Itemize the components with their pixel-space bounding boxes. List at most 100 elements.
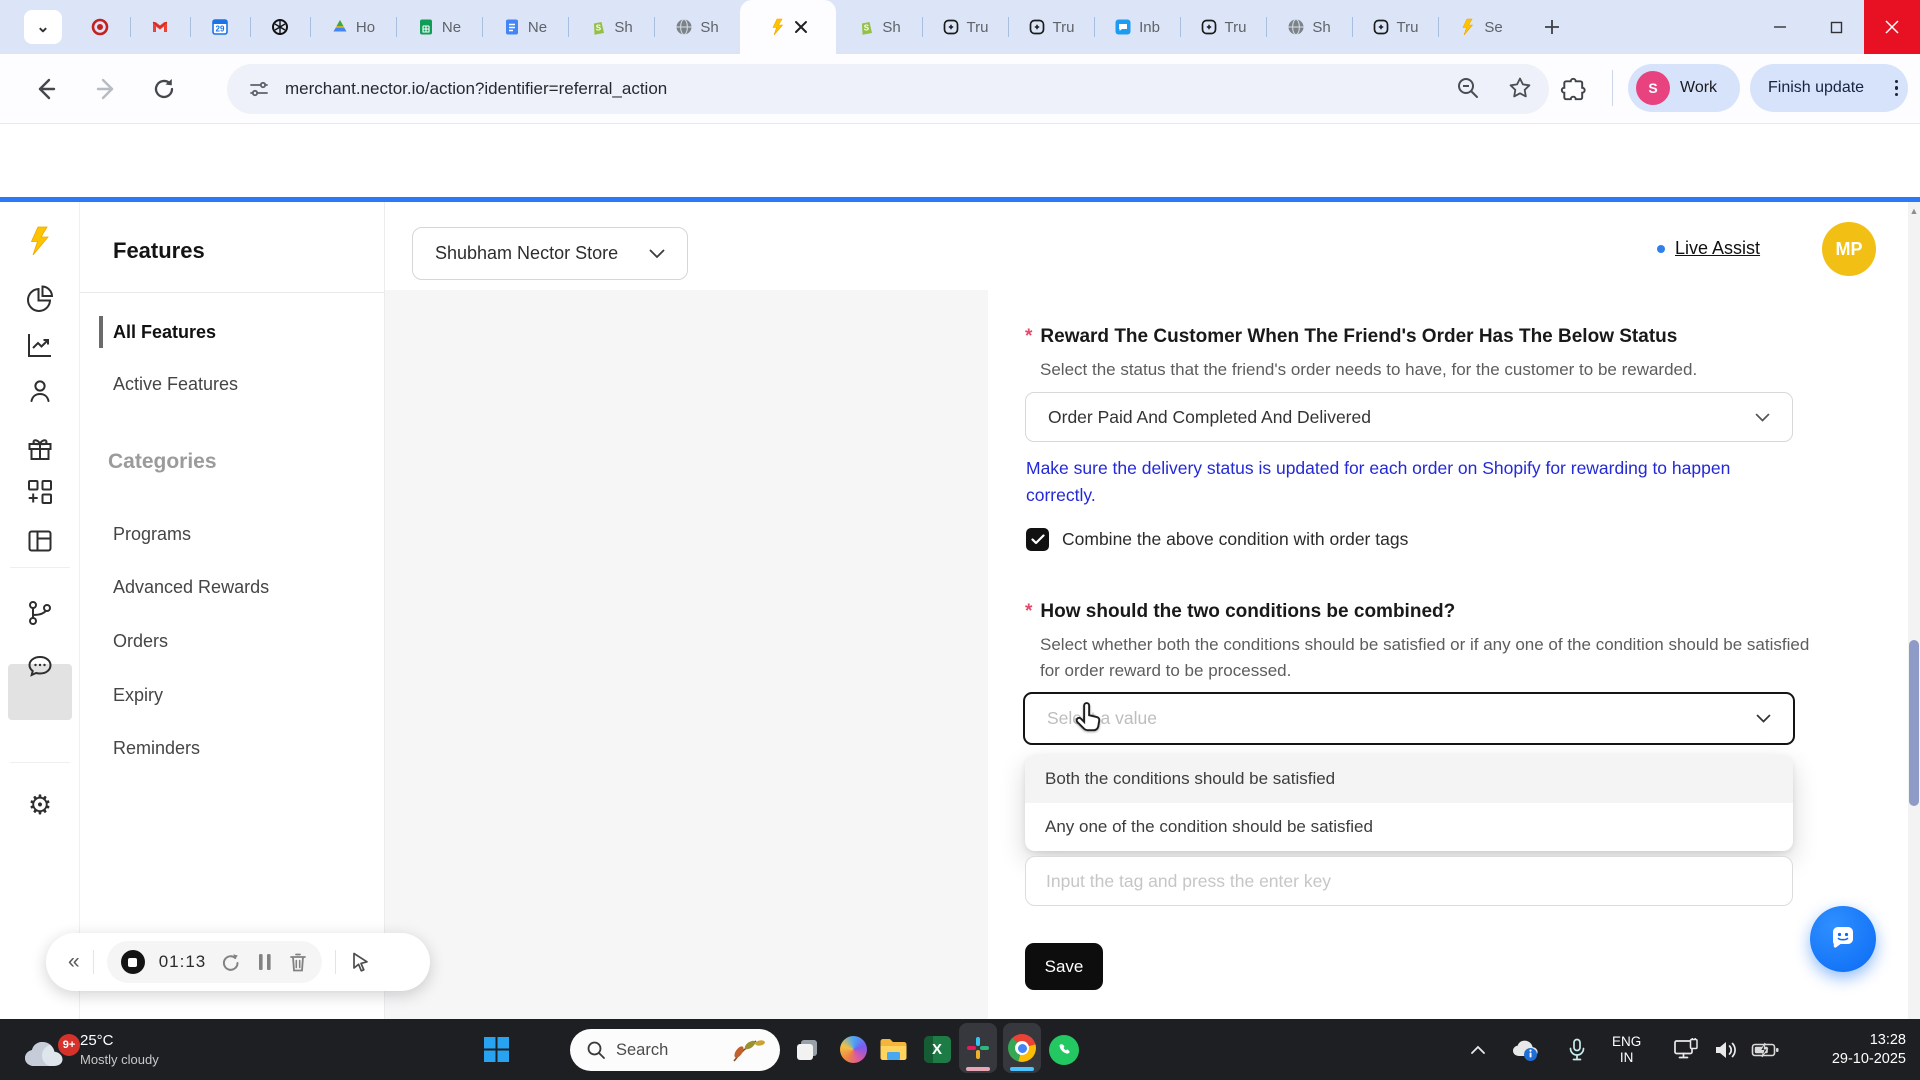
onedrive-tray-button[interactable] bbox=[1505, 1019, 1545, 1080]
close-tab-icon[interactable] bbox=[794, 20, 808, 34]
categories-title: Categories bbox=[108, 450, 217, 473]
language-switcher[interactable]: ENG IN bbox=[1612, 1019, 1641, 1080]
network-tray-button[interactable] bbox=[1668, 1019, 1704, 1080]
tab-drive[interactable]: Ho bbox=[310, 0, 396, 54]
start-button[interactable] bbox=[478, 1019, 514, 1080]
tab-label: Tru bbox=[1224, 18, 1247, 36]
extensions-puzzle-icon[interactable] bbox=[1560, 77, 1588, 105]
bookmark-star-icon[interactable] bbox=[1507, 75, 1533, 101]
tab-chatgpt[interactable] bbox=[250, 0, 310, 54]
url-text[interactable]: merchant.nector.io/action?identifier=ref… bbox=[285, 79, 667, 99]
scroll-up-icon[interactable]: ▲ bbox=[1908, 206, 1920, 216]
page-scrollbar[interactable] bbox=[1908, 202, 1920, 1019]
profile-chip[interactable]: S Work bbox=[1628, 64, 1740, 112]
tab-inbox[interactable]: Inb bbox=[1094, 0, 1180, 54]
delete-recording-icon[interactable] bbox=[288, 952, 308, 973]
save-button[interactable]: Save bbox=[1025, 943, 1103, 990]
whatsapp-button[interactable] bbox=[1046, 1019, 1082, 1080]
sidebar-item-orders[interactable]: Orders bbox=[113, 631, 168, 652]
collapse-recorder-icon[interactable]: « bbox=[68, 950, 80, 974]
taskbar-search[interactable] bbox=[570, 1029, 780, 1071]
sidebar-item-advanced-rewards[interactable]: Advanced Rewards bbox=[113, 577, 269, 598]
tab-recorder[interactable] bbox=[70, 0, 130, 54]
slack-button[interactable] bbox=[959, 1023, 997, 1073]
support-chat-icon[interactable] bbox=[25, 652, 55, 682]
battery-tray-button[interactable] bbox=[1746, 1019, 1784, 1080]
tag-input[interactable] bbox=[1025, 856, 1793, 906]
nector-logo-icon[interactable] bbox=[25, 226, 55, 256]
user-avatar[interactable]: MP bbox=[1822, 222, 1876, 276]
tab-docs[interactable]: Ne bbox=[482, 0, 568, 54]
store-selector[interactable]: Shubham Nector Store bbox=[412, 227, 688, 280]
tab-active-nector[interactable] bbox=[740, 0, 836, 54]
tab-globe[interactable]: Sh bbox=[654, 0, 740, 54]
sidebar-item-all-features[interactable]: All Features bbox=[113, 322, 216, 343]
volume-tray-button[interactable] bbox=[1708, 1019, 1744, 1080]
forward-icon[interactable] bbox=[92, 75, 120, 103]
tab-calendar[interactable]: 29 bbox=[190, 0, 250, 54]
menu-option-both[interactable]: Both the conditions should be satisfied bbox=[1025, 755, 1793, 803]
zoom-icon[interactable] bbox=[1455, 75, 1481, 101]
tab-shopify[interactable]: S Sh bbox=[568, 0, 654, 54]
task-view-button[interactable] bbox=[790, 1019, 824, 1080]
integrations-branch-icon[interactable] bbox=[25, 598, 55, 628]
sidebar-item-reminders[interactable]: Reminders bbox=[113, 738, 200, 759]
pie-chart-icon[interactable] bbox=[25, 284, 55, 314]
search-input[interactable] bbox=[616, 1040, 726, 1060]
combine-mode-select[interactable]: Select a value bbox=[1023, 692, 1795, 745]
tab-gmail[interactable] bbox=[130, 0, 190, 54]
live-assist-label: Live Assist bbox=[1675, 238, 1761, 258]
lightning-icon bbox=[772, 18, 783, 36]
tab-nector-settings[interactable]: Se bbox=[1438, 0, 1524, 54]
cursor-tool-icon[interactable] bbox=[349, 951, 371, 973]
chrome-button[interactable] bbox=[1003, 1023, 1041, 1073]
new-tab-button[interactable] bbox=[1538, 13, 1566, 41]
maximize-button[interactable] bbox=[1808, 0, 1864, 54]
copilot-button[interactable] bbox=[836, 1019, 870, 1080]
live-assist-link[interactable]: Live Assist bbox=[1657, 238, 1760, 259]
checkbox-checked-icon[interactable] bbox=[1026, 528, 1049, 551]
close-button[interactable] bbox=[1864, 0, 1920, 54]
features-grid-icon[interactable] bbox=[25, 477, 55, 507]
file-explorer-button[interactable] bbox=[876, 1019, 910, 1080]
settings-gear-icon[interactable]: ⚙ bbox=[25, 790, 55, 820]
mic-tray-button[interactable] bbox=[1560, 1019, 1594, 1080]
tab-sheets[interactable]: Ne bbox=[396, 0, 482, 54]
menu-option-any[interactable]: Any one of the condition should be satis… bbox=[1025, 803, 1793, 851]
tab-tru-1[interactable]: Tru bbox=[922, 0, 1008, 54]
live-chat-widget[interactable] bbox=[1810, 906, 1876, 972]
reload-icon[interactable] bbox=[150, 75, 178, 103]
docs-icon bbox=[505, 19, 518, 35]
sidebar-item-active-features[interactable]: Active Features bbox=[113, 374, 238, 395]
tab-globe-2[interactable]: Sh bbox=[1266, 0, 1352, 54]
back-icon[interactable] bbox=[32, 75, 60, 103]
browser-menu-icon[interactable] bbox=[1894, 79, 1898, 97]
order-status-select[interactable]: Order Paid And Completed And Delivered bbox=[1025, 392, 1793, 442]
tru-icon bbox=[1029, 19, 1044, 35]
tray-expand-button[interactable] bbox=[1462, 1019, 1494, 1080]
line-chart-icon[interactable] bbox=[25, 330, 55, 360]
scrollbar-thumb[interactable] bbox=[1909, 640, 1919, 806]
finish-update-button[interactable]: Finish update bbox=[1750, 64, 1908, 112]
taskbar-clock[interactable]: 13:28 29-10-2025 bbox=[1832, 1019, 1906, 1080]
tab-label: Ne bbox=[527, 18, 548, 36]
site-settings-icon[interactable] bbox=[247, 77, 271, 101]
weather-widget[interactable]: 9+ 25°C Mostly cloudy bbox=[22, 1019, 159, 1080]
pause-recording-icon[interactable] bbox=[256, 952, 274, 972]
sidebar-item-programs[interactable]: Programs bbox=[113, 524, 191, 545]
address-bar[interactable]: merchant.nector.io/action?identifier=ref… bbox=[227, 64, 1549, 114]
tab-tru-3[interactable]: Tru bbox=[1180, 0, 1266, 54]
customers-icon[interactable] bbox=[25, 376, 55, 406]
rewards-gift-icon[interactable] bbox=[25, 434, 55, 464]
combine-checkbox-row[interactable]: Combine the above condition with order t… bbox=[1026, 528, 1408, 551]
excel-button[interactable]: X bbox=[920, 1019, 954, 1080]
minimize-button[interactable] bbox=[1752, 0, 1808, 54]
sidebar-item-expiry[interactable]: Expiry bbox=[113, 685, 163, 706]
restart-recording-icon[interactable] bbox=[220, 951, 242, 973]
tab-tru-2[interactable]: Tru bbox=[1008, 0, 1094, 54]
stop-recording-button[interactable] bbox=[120, 950, 145, 974]
tab-shopify-2[interactable]: S Sh bbox=[836, 0, 922, 54]
tab-overflow-button[interactable]: ⌄ bbox=[24, 10, 62, 44]
pages-layout-icon[interactable] bbox=[25, 526, 55, 556]
tab-tru-4[interactable]: Tru bbox=[1352, 0, 1438, 54]
